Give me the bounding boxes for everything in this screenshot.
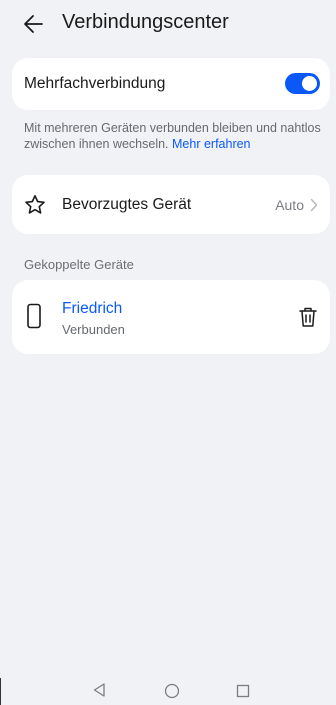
paired-devices-heading: Gekoppelte Geräte (24, 257, 134, 272)
top-app-bar: Verbindungscenter (0, 0, 336, 50)
device-name: Friedrich (62, 300, 123, 317)
preferred-device-row[interactable]: Bevorzugtes Gerät Auto (12, 175, 330, 234)
triangle-back-icon[interactable] (92, 682, 106, 698)
toggle-knob (302, 76, 317, 91)
multi-connection-description: Mit mehreren Geräten verbunden bleiben u… (24, 120, 324, 152)
star-outline-icon (25, 195, 45, 214)
paired-device-item[interactable]: Friedrich Verbunden (12, 280, 330, 354)
page-title: Verbindungscenter (62, 11, 229, 33)
delete-device-button[interactable] (297, 305, 319, 329)
arrow-left-icon (24, 15, 43, 33)
multi-connection-label: Mehrfachverbindung (24, 75, 166, 92)
multi-connection-card: Mehrfachverbindung (12, 58, 330, 110)
multi-connection-toggle[interactable] (285, 73, 320, 94)
trash-icon (299, 307, 317, 327)
square-recent-icon[interactable] (236, 684, 250, 698)
back-button[interactable] (20, 10, 52, 38)
device-status: Verbunden (62, 322, 125, 337)
phone-outline-icon (27, 303, 41, 329)
learn-more-link[interactable]: Mehr erfahren (172, 137, 251, 151)
preferred-device-value: Auto (275, 197, 304, 213)
system-navigation-bar (0, 677, 336, 705)
preferred-device-label: Bevorzugtes Gerät (62, 196, 192, 213)
connection-center-screen: Verbindungscenter Mehrfachverbindung Mit… (0, 0, 336, 705)
circle-home-icon[interactable] (164, 683, 180, 699)
chevron-right-icon (310, 198, 318, 212)
